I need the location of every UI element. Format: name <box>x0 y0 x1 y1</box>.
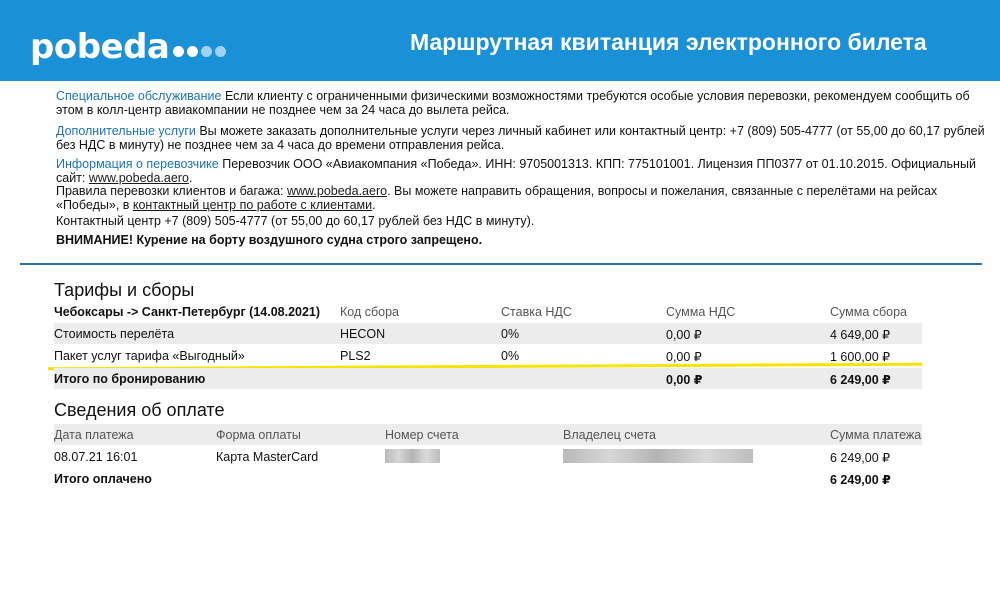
payment-amount-header: Сумма платежа <box>830 428 922 442</box>
payment-row: 08.07.21 16:01 Карта MasterCard 6 249,00… <box>54 446 922 467</box>
fee-code-header: Код сбора <box>340 305 399 319</box>
extra-services-text: Вы можете заказать дополнительные услуги… <box>56 124 985 152</box>
extra-services-paragraph: Дополнительные услуги Вы можете заказать… <box>56 124 986 152</box>
account-number-redacted <box>385 449 440 463</box>
fee-code: PLS2 <box>340 349 371 363</box>
carrier-info-heading: Информация о перевозчике <box>56 157 219 171</box>
vat-rate-header: Ставка НДС <box>501 305 572 319</box>
logo-dots <box>173 45 227 57</box>
row-label: Пакет услуг тарифа «Выгодный» <box>54 349 245 363</box>
payment-header-row: Дата платежа Форма оплаты Номер счета Вл… <box>54 424 922 445</box>
logo-dot <box>173 45 185 57</box>
fee-amount-header: Сумма сбора <box>830 305 908 319</box>
vat-amount: 0,00 ₽ <box>666 350 702 364</box>
special-service-paragraph: Специальное обслуживание Если клиенту с … <box>56 89 986 117</box>
contact-center-text: Контактный центр +7 (809) 505-4777 (от 5… <box>56 214 535 228</box>
tariffs-header-row: Чебоксары -> Санкт-Петербург (14.08.2021… <box>54 301 922 322</box>
account-owner-redacted <box>563 449 753 463</box>
logo-dot <box>215 45 227 57</box>
contact-center-link[interactable]: контактный центр по работе с клиентами <box>133 198 372 212</box>
header-bar: pobeda Маршрутная квитанция электронного… <box>0 0 1000 81</box>
carrier-info-paragraph: Информация о перевозчике Перевозчик ООО … <box>56 157 986 185</box>
route-header: Чебоксары -> Санкт-Петербург (14.08.2021… <box>54 305 321 319</box>
vat-amount-header: Сумма НДС <box>666 305 736 319</box>
logo-text: pobeda <box>30 27 170 67</box>
pobeda-logo: pobeda <box>30 27 227 67</box>
payment-date: 08.07.21 16:01 <box>54 450 138 464</box>
carrier-info-end: . <box>188 171 193 185</box>
page-title: Маршрутная квитанция электронного билета <box>410 29 927 55</box>
rules-paragraph: Правила перевозки клиентов и багажа: www… <box>56 184 986 212</box>
payment-title: Сведения об оплате <box>54 400 225 420</box>
row-label: Стоимость перелёта <box>54 327 175 341</box>
payment-total-row: Итого оплачено 6 249,00 ₽ <box>54 468 922 489</box>
account-owner-header: Владелец счета <box>563 428 656 442</box>
extra-services-heading: Дополнительные услуги <box>56 124 196 138</box>
rules-site-link[interactable]: www.pobeda.aero <box>287 184 387 198</box>
payment-method-header: Форма оплаты <box>216 428 301 442</box>
payment-amount: 6 249,00 ₽ <box>830 451 891 465</box>
table-row: Стоимость перелёта HECON 0% 0,00 ₽ 4 649… <box>54 323 922 344</box>
carrier-site-link[interactable]: www.pobeda.aero <box>89 171 189 185</box>
vat-rate: 0% <box>501 349 520 363</box>
fee-amount: 1 600,00 ₽ <box>830 350 891 364</box>
payment-date-header: Дата платежа <box>54 428 134 442</box>
rules-end: . <box>372 198 376 212</box>
payment-total-amount: 6 249,00 ₽ <box>830 473 891 487</box>
vat-amount: 0,00 ₽ <box>666 328 702 342</box>
section-divider <box>20 263 982 265</box>
fee-code: HECON <box>340 327 386 341</box>
rules-text-1: Правила перевозки клиентов и багажа: <box>56 184 287 198</box>
booking-total-label: Итого по бронированию <box>54 372 206 386</box>
account-number-header: Номер счета <box>385 428 459 442</box>
tariffs-title: Тарифы и сборы <box>54 280 195 300</box>
booking-total-row: Итого по бронированию 0,00 ₽ 6 249,00 ₽ <box>54 368 922 389</box>
logo-dot <box>187 45 199 57</box>
booking-total-amount: 6 249,00 ₽ <box>830 373 891 387</box>
payment-total-label: Итого оплачено <box>54 472 152 486</box>
payment-method: Карта MasterCard <box>216 450 319 464</box>
booking-total-vat: 0,00 ₽ <box>666 373 703 387</box>
fee-amount: 4 649,00 ₽ <box>830 328 891 342</box>
vat-rate: 0% <box>501 327 520 341</box>
special-service-heading: Специальное обслуживание <box>56 89 222 103</box>
no-smoking-warning: ВНИМАНИЕ! Курение на борту воздушного су… <box>56 233 483 247</box>
logo-dot <box>201 45 213 57</box>
